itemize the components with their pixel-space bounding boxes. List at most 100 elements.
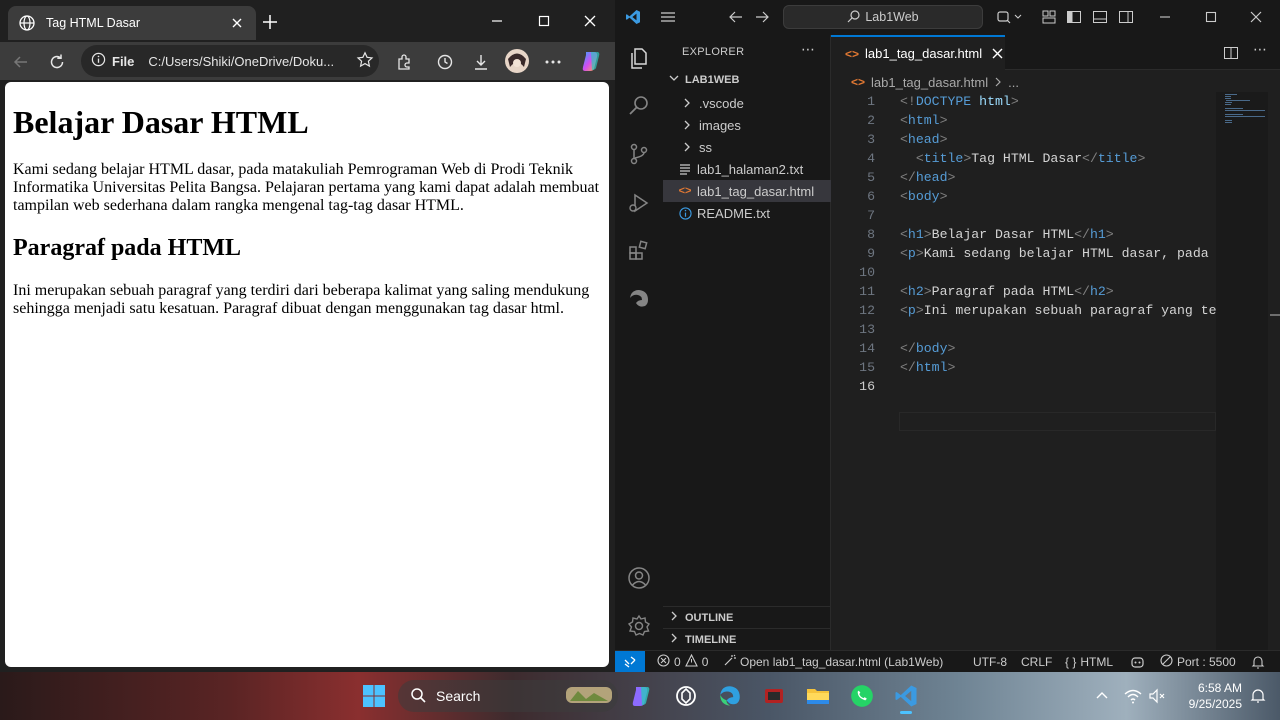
remote-indicator-icon[interactable] [615,651,645,673]
toggle-sidebar-icon[interactable] [1065,8,1083,26]
toggle-panel-icon[interactable] [1091,8,1109,26]
system-clock[interactable]: 6:58 AM 9/25/2025 [1176,680,1242,712]
tree-folder-images[interactable]: images [663,114,831,136]
error-icon [657,654,670,670]
minimap[interactable] [1216,92,1268,650]
tree-file-lab1-halaman2[interactable]: lab1_halaman2.txt [663,158,831,180]
more-menu-icon[interactable] [542,51,564,73]
edge-tools-icon[interactable] [627,287,651,311]
extensions-icon[interactable] [393,51,415,73]
minimize-icon[interactable] [1156,8,1174,26]
line-number: 1 [867,94,875,109]
avatar[interactable] [505,49,529,73]
vscode-window: Lab1Web EXPLORER ⋯ LAB1WEB .vscode image… [615,0,1280,673]
notification-icon[interactable] [1242,680,1274,712]
refresh-icon[interactable] [46,51,68,73]
web-page-content: Belajar Dasar HTML Kami sedang belajar H… [5,82,609,667]
chevron-right-icon [679,95,695,111]
whatsapp-icon[interactable] [846,680,878,712]
tree-item-label: ss [699,139,712,155]
close-window-icon[interactable] [1247,8,1265,26]
problems-indicator[interactable]: 0 0 [657,651,708,673]
timeline-label: TIMELINE [685,633,737,646]
edge-icon[interactable] [714,680,746,712]
volume-muted-icon[interactable] [1141,680,1173,712]
code-line: </body> [900,341,956,356]
run-debug-icon[interactable] [627,191,651,215]
language-status[interactable]: { } HTML [1065,651,1113,673]
history-icon[interactable] [434,51,456,73]
maximize-icon[interactable] [1202,8,1220,26]
more-actions-icon[interactable]: ⋯ [1253,41,1267,58]
clock-time: 6:58 AM [1197,681,1242,695]
tree-item-label: README.txt [697,205,770,221]
code-editor[interactable]: 1 2 3 4 5 6 7 8 9 10 11 12 13 14 15 16 <… [831,92,1216,432]
minimize-icon[interactable] [486,10,508,32]
info-icon[interactable] [91,52,106,70]
copilot-icon[interactable] [625,680,657,712]
live-server-status[interactable]: Port : 5500 [1160,651,1236,673]
project-folder-header[interactable]: LAB1WEB [669,73,739,86]
download-icon[interactable] [470,51,492,73]
toggle-secondary-sidebar-icon[interactable] [1117,8,1135,26]
search-icon [410,687,426,706]
no-entry-icon [1160,654,1173,670]
braces-icon: { } [1065,655,1077,669]
favorite-star-icon[interactable] [356,50,374,72]
line-number: 5 [867,170,875,185]
split-editor-icon[interactable] [1223,45,1239,66]
editor-tab[interactable]: <> lab1_tag_dasar.html [831,35,1005,70]
source-control-icon[interactable] [627,142,651,166]
tree-folder-ss[interactable]: ss [663,136,831,158]
tree-file-readme[interactable]: README.txt [663,202,831,224]
tree-folder-vscode[interactable]: .vscode [663,92,831,114]
breadcrumb-file[interactable]: lab1_tag_dasar.html [871,75,988,90]
chevron-down-icon[interactable] [1013,8,1023,26]
maximize-icon[interactable] [533,10,555,32]
new-tab-icon[interactable] [260,12,280,32]
windows-start-icon[interactable] [358,680,390,712]
search-icon[interactable] [627,94,651,118]
accounts-icon[interactable] [627,566,651,590]
tree-item-label: lab1_tag_dasar.html [697,183,815,199]
copilot-icon[interactable] [579,49,603,73]
app-icon[interactable] [758,680,790,712]
close-window-icon[interactable] [579,10,601,32]
menu-icon[interactable] [659,8,677,26]
nav-forward-icon[interactable] [753,8,771,26]
line-number: 7 [867,208,875,223]
open-file-status[interactable]: Open lab1_tag_dasar.html (Lab1Web) [723,651,943,673]
editor-scrollbar[interactable] [1268,92,1280,650]
extensions-icon[interactable] [627,239,651,263]
vscode-taskbar-icon[interactable] [890,680,922,714]
close-tab-icon[interactable] [228,14,246,32]
line-number: 2 [867,113,875,128]
copilot-status-icon[interactable] [1130,651,1145,673]
file-explorer-icon[interactable] [802,680,834,712]
taskbar-search[interactable]: Search [398,680,618,712]
chevron-up-icon[interactable] [1086,680,1118,712]
settings-gear-icon[interactable] [627,614,651,638]
tree-item-label: images [699,117,741,133]
chatgpt-icon[interactable] [670,680,702,712]
more-actions-icon[interactable]: ⋯ [801,41,816,58]
breadcrumb-more[interactable]: ... [1008,75,1019,90]
notifications-bell-icon[interactable] [1251,651,1265,673]
timeline-section[interactable]: TIMELINE [663,628,831,650]
nav-back-icon[interactable] [727,8,745,26]
eol-status[interactable]: CRLF [1021,651,1052,673]
back-icon[interactable] [10,51,32,73]
command-center-search[interactable]: Lab1Web [783,5,983,29]
copilot-chat-icon[interactable] [995,8,1013,26]
encoding-status[interactable]: UTF-8 [973,651,1007,673]
close-tab-icon[interactable] [992,46,1003,62]
customize-layout-icon[interactable] [1040,8,1058,26]
browser-tab[interactable]: Tag HTML Dasar [8,6,256,40]
explorer-icon[interactable] [627,47,651,71]
outline-section[interactable]: OUTLINE [663,606,831,628]
tree-file-lab1-tag-dasar[interactable]: <> lab1_tag_dasar.html [663,180,831,202]
line-number: 12 [859,303,875,318]
address-bar[interactable]: File C:/Users/Shiki/OneDrive/Doku... [81,45,379,77]
code-line: <p>Ini merupakan sebuah paragraf yang te… [900,303,1216,318]
port-label: Port : 5500 [1177,655,1236,669]
